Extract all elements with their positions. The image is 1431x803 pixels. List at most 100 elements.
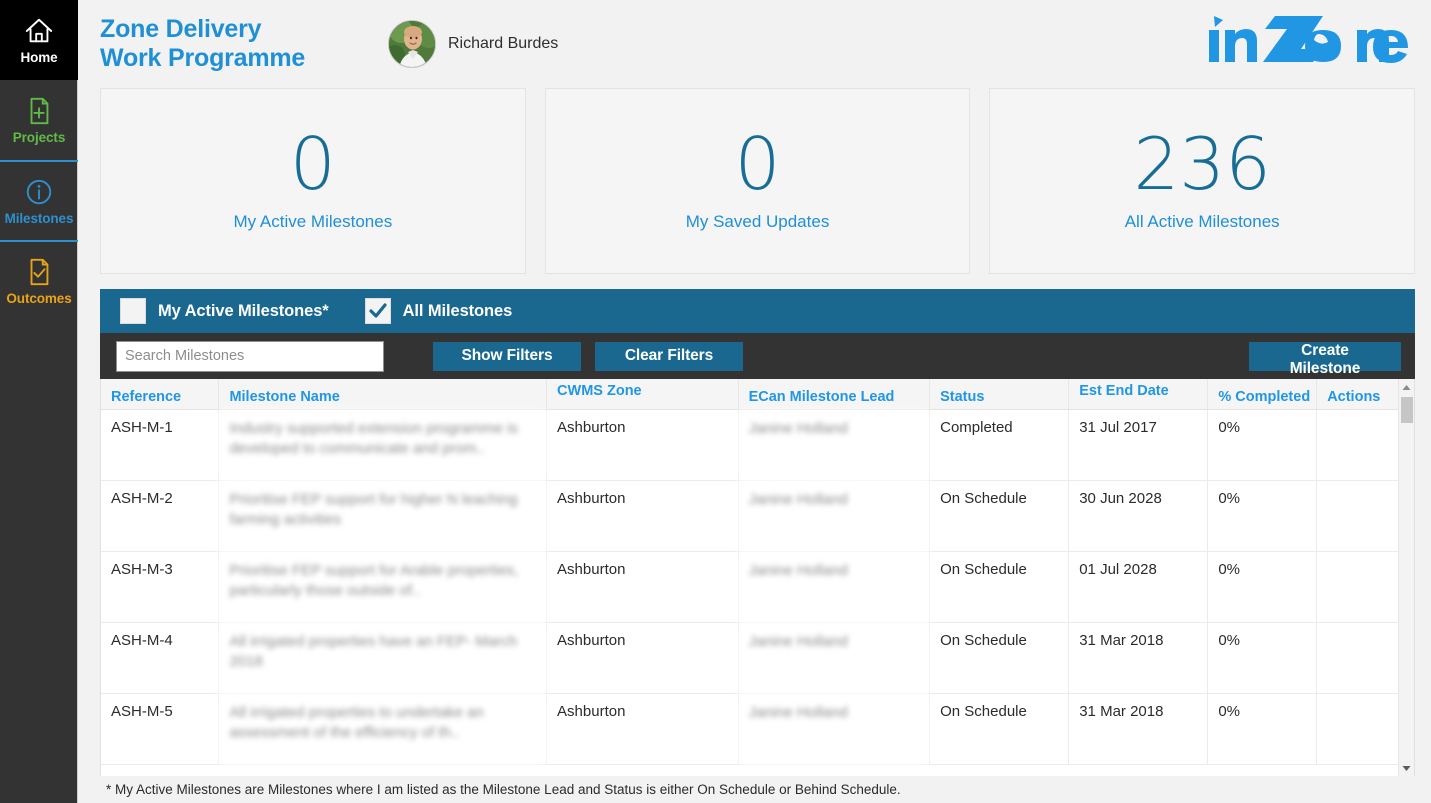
info-circle-icon: [24, 177, 54, 207]
stat-label: All Active Milestones: [1124, 212, 1280, 232]
cell-est-end-date: 31 Jul 2017: [1068, 409, 1209, 481]
column-header-reference[interactable]: Reference: [101, 379, 220, 410]
stat-label: My Saved Updates: [685, 212, 830, 232]
sidebar-item-projects[interactable]: Projects: [0, 80, 78, 160]
cell-status: On Schedule: [929, 622, 1070, 694]
app-root: Home Projects Milestones Outcomes Zone D…: [0, 0, 1431, 803]
table-row[interactable]: ASH-M-2 Prioritise FEP support for highe…: [101, 480, 1414, 552]
cell-reference: ASH-M-4: [101, 622, 220, 694]
cell-est-end-date: 30 Jun 2028: [1068, 480, 1209, 552]
table-row[interactable]: ASH-M-1 Industry supported extension pro…: [101, 409, 1414, 481]
column-header-cwms-zone[interactable]: CWMS Zone: [546, 379, 739, 410]
cell-status: On Schedule: [929, 693, 1070, 765]
cell-milestone-name: Industry supported extension programme i…: [218, 409, 548, 481]
column-header-milestone-name[interactable]: Milestone Name: [218, 379, 548, 410]
sidebar-filler: [0, 320, 77, 803]
cell-status: On Schedule: [929, 480, 1070, 552]
stat-label: My Active Milestones: [233, 212, 393, 232]
cell-pct-completed: 0%: [1207, 693, 1318, 765]
cell-est-end-date: 01 Jul 2028: [1068, 551, 1209, 623]
checkbox-box-unchecked[interactable]: [120, 298, 146, 324]
cell-cwms-zone: Ashburton: [546, 480, 739, 552]
user-name: Richard Burdes: [448, 35, 559, 52]
sidebar-item-home[interactable]: Home: [0, 0, 78, 80]
milestones-table: Reference Milestone Name CWMS Zone ECan …: [101, 379, 1414, 765]
sidebar-label-projects: Projects: [12, 129, 66, 145]
toolbar-filter-row: My Active Milestones* All Milestones: [100, 289, 1415, 333]
table-row[interactable]: ASH-M-4 All irrigated properties have an…: [101, 622, 1414, 694]
search-input[interactable]: [116, 340, 384, 372]
sidebar-item-milestones[interactable]: Milestones: [0, 160, 78, 240]
cell-milestone-name: All irrigated properties to undertake an…: [218, 693, 548, 765]
table-header: Reference Milestone Name CWMS Zone ECan …: [101, 379, 1414, 410]
stat-card-my-active-milestones[interactable]: 0 My Active Milestones: [100, 88, 526, 274]
stat-value: 0: [289, 121, 336, 206]
milestones-table-container: Reference Milestone Name CWMS Zone ECan …: [100, 379, 1415, 776]
sidebar-label-milestones: Milestones: [4, 210, 74, 226]
create-milestone-button[interactable]: Create Milestone: [1249, 341, 1401, 377]
page-title: Zone Delivery Work Programme: [100, 15, 306, 72]
inzone-logo: [1201, 10, 1411, 70]
table-row[interactable]: ASH-M-5 All irrigated properties to unde…: [101, 693, 1414, 765]
checkbox-box-checked[interactable]: [364, 298, 391, 324]
cell-cwms-zone: Ashburton: [546, 622, 739, 694]
cell-pct-completed: 0%: [1207, 551, 1318, 623]
cell-ecan-milestone-lead: Janine Holland: [738, 693, 931, 765]
file-check-icon: [24, 257, 54, 287]
home-icon: [24, 16, 54, 46]
cell-reference: ASH-M-1: [101, 409, 220, 481]
show-filters-button[interactable]: Show Filters: [433, 341, 581, 371]
checkbox-all-milestones[interactable]: All Milestones: [364, 298, 513, 324]
scroll-down-arrow[interactable]: [1399, 760, 1414, 776]
stat-value: 236: [1133, 121, 1271, 206]
cell-status: Completed: [929, 409, 1070, 481]
cell-status: On Schedule: [929, 551, 1070, 623]
table-vertical-scrollbar[interactable]: [1398, 379, 1414, 776]
table-row[interactable]: ASH-M-3 Prioritise FEP support for Arabl…: [101, 551, 1414, 623]
cell-cwms-zone: Ashburton: [546, 409, 739, 481]
column-header-est-end-date[interactable]: Est End Date: [1068, 379, 1209, 410]
check-icon: [369, 303, 387, 318]
checkbox-label: All Milestones: [402, 301, 513, 320]
cell-pct-completed: 0%: [1207, 622, 1318, 694]
cell-pct-completed: 0%: [1207, 480, 1318, 552]
cell-milestone-name: All irrigated properties have an FEP- Ma…: [218, 622, 548, 694]
cell-cwms-zone: Ashburton: [546, 551, 739, 623]
cell-reference: ASH-M-2: [101, 480, 220, 552]
table-body: ASH-M-1 Industry supported extension pro…: [101, 409, 1414, 765]
footnote: * My Active Milestones are Milestones wh…: [78, 776, 1431, 803]
stat-card-my-saved-updates[interactable]: 0 My Saved Updates: [544, 88, 971, 274]
column-header-ecan-milestone-lead[interactable]: ECan Milestone Lead: [738, 379, 931, 410]
checkbox-my-active-milestones[interactable]: My Active Milestones*: [120, 298, 329, 324]
cell-ecan-milestone-lead: Janine Holland: [738, 409, 931, 481]
cell-ecan-milestone-lead: Janine Holland: [738, 480, 931, 552]
scroll-track[interactable]: [1399, 395, 1414, 760]
cell-est-end-date: 31 Mar 2018: [1068, 693, 1209, 765]
cell-cwms-zone: Ashburton: [546, 693, 739, 765]
sidebar-label-outcomes: Outcomes: [6, 290, 72, 306]
scroll-up-arrow[interactable]: [1399, 379, 1414, 395]
cell-milestone-name: Prioritise FEP support for higher N leac…: [218, 480, 548, 552]
cell-reference: ASH-M-5: [101, 693, 220, 765]
column-header-pct-completed[interactable]: % Completed: [1207, 379, 1318, 410]
sidebar: Home Projects Milestones Outcomes: [0, 0, 78, 803]
sidebar-item-outcomes[interactable]: Outcomes: [0, 240, 78, 320]
scroll-thumb[interactable]: [1401, 397, 1413, 423]
file-plus-icon: [24, 96, 54, 126]
toolbar-action-row: Show Filters Clear Filters Create Milest…: [100, 333, 1415, 379]
stat-card-all-active-milestones[interactable]: 236 All Active Milestones: [989, 88, 1416, 274]
table-header-row: Reference Milestone Name CWMS Zone ECan …: [101, 379, 1414, 410]
cell-pct-completed: 0%: [1207, 409, 1318, 481]
cell-reference: ASH-M-3: [101, 551, 220, 623]
cell-ecan-milestone-lead: Janine Holland: [738, 551, 931, 623]
main-content: Zone Delivery Work Programme Richard Bur…: [78, 0, 1431, 803]
sidebar-label-home: Home: [20, 49, 58, 65]
clear-filters-button[interactable]: Clear Filters: [595, 341, 743, 371]
cell-ecan-milestone-lead: Janine Holland: [738, 622, 931, 694]
cell-est-end-date: 31 Mar 2018: [1068, 622, 1209, 694]
page-header: Zone Delivery Work Programme Richard Bur…: [78, 0, 1431, 88]
user-block[interactable]: Richard Burdes: [388, 20, 558, 68]
checkbox-label: My Active Milestones*: [158, 301, 329, 320]
column-header-status[interactable]: Status: [929, 379, 1070, 410]
stat-value: 0: [734, 121, 781, 206]
